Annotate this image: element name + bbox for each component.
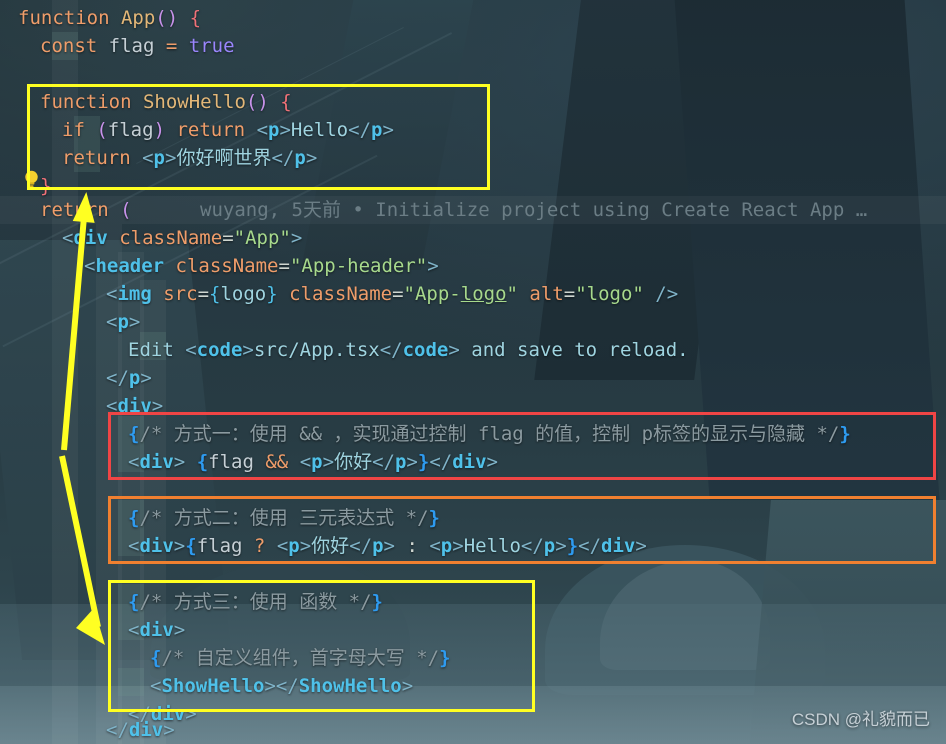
code-line-1[interactable]: function App() { <box>18 4 201 32</box>
code-line-15[interactable]: <div> <box>106 392 163 420</box>
code-line-4[interactable]: function ShowHello() { <box>40 88 292 116</box>
scope-highlight <box>118 668 144 696</box>
code-line-21[interactable]: <div> <box>128 616 185 644</box>
code-line-18[interactable]: {/* 方式二：使用 三元表达式 */} <box>128 504 440 532</box>
code-editor[interactable]: function App() { const flag = true funct… <box>0 0 946 744</box>
code-line-6[interactable]: return <p>你好啊世界</p> <box>62 144 317 172</box>
code-line-23[interactable]: <ShowHello></ShowHello> <box>150 672 413 700</box>
code-line-20[interactable]: {/* 方式三：使用 函数 */} <box>128 588 383 616</box>
code-line-11[interactable]: <img src={logo} className="App-logo" alt… <box>106 280 678 308</box>
code-line-13[interactable]: Edit <code>src/App.tsx</code> and save t… <box>128 336 689 364</box>
screenshot-root: function App() { const flag = true funct… <box>0 0 946 744</box>
code-line-16[interactable]: {/* 方式一：使用 && ，实现通过控制 flag 的值，控制 p标签的显示与… <box>128 420 851 448</box>
code-line-9[interactable]: <div className="App"> <box>62 224 302 252</box>
git-blame-annotation: wuyang, 5天前 • Initialize project using C… <box>200 199 868 221</box>
code-line-19[interactable]: <div>{flag ? <p>你好</p> : <p>Hello</p>}</… <box>128 532 647 560</box>
code-line-17[interactable]: <div> {flag && <p>你好</p>}</div> <box>128 448 498 476</box>
code-line-8[interactable]: return ( <box>40 196 132 224</box>
code-line-22[interactable]: {/* 自定义组件，首字母大写 */} <box>150 644 451 672</box>
code-line-2[interactable]: const flag = true <box>40 32 235 60</box>
code-line-10[interactable]: <header className="App-header"> <box>84 252 439 280</box>
code-line-12[interactable]: <p> <box>106 308 140 336</box>
csdn-watermark: CSDN @礼貌而已 <box>791 710 930 729</box>
code-line-25[interactable]: </div> <box>106 716 175 744</box>
intention-bulb-icon[interactable] <box>23 170 40 189</box>
code-line-5[interactable]: if (flag) return <p>Hello</p> <box>62 116 394 144</box>
code-line-14[interactable]: </p> <box>106 364 152 392</box>
